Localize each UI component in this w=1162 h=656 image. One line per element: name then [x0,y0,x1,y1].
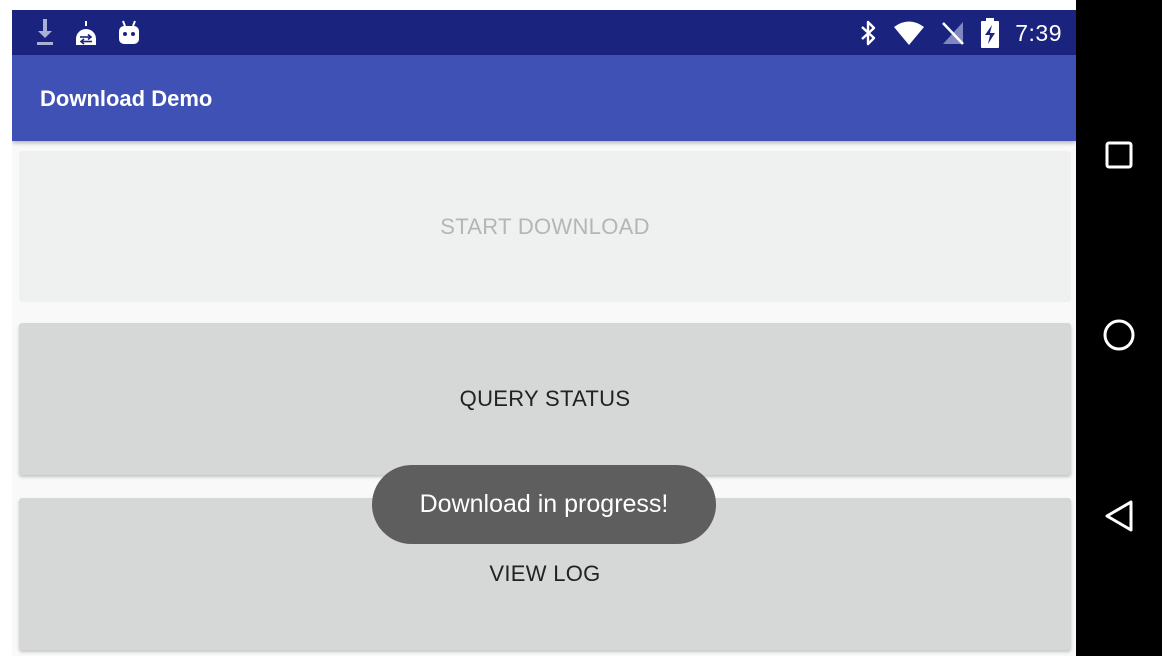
bluetooth-icon [859,19,877,47]
system-status-icons: 7:39 [859,17,1062,49]
device-screen: 7:39 Download Demo START DOWNLOAD QUERY … [0,0,1162,656]
app-title: Download Demo [40,86,213,111]
navigation-bar [1076,0,1162,656]
start-download-label: START DOWNLOAD [440,213,650,239]
android-sync-icon [74,19,98,47]
download-icon [36,19,54,47]
status-bar: 7:39 [12,10,1076,55]
query-status-label: QUERY STATUS [459,386,631,411]
toast-message: Download in progress! [372,465,716,544]
back-icon [1103,499,1135,533]
view-log-label: VIEW LOG [489,561,601,586]
recent-apps-button[interactable] [1099,135,1139,175]
back-button[interactable] [1099,496,1139,536]
status-time: 7:39 [1015,19,1062,46]
app-bar: Download Demo [12,55,1076,141]
wifi-icon [893,20,925,46]
app-window: 7:39 Download Demo START DOWNLOAD QUERY … [12,10,1076,656]
android-debug-icon [118,20,140,46]
home-icon [1101,317,1137,353]
notification-icons [36,18,140,48]
toast-text: Download in progress! [419,490,669,518]
battery-charging-icon [981,18,1000,48]
query-status-button[interactable]: QUERY STATUS [19,323,1071,475]
start-download-button[interactable]: START DOWNLOAD [19,151,1071,302]
home-button[interactable] [1099,315,1139,355]
recent-apps-icon [1104,140,1134,170]
no-sim-icon [941,20,965,46]
